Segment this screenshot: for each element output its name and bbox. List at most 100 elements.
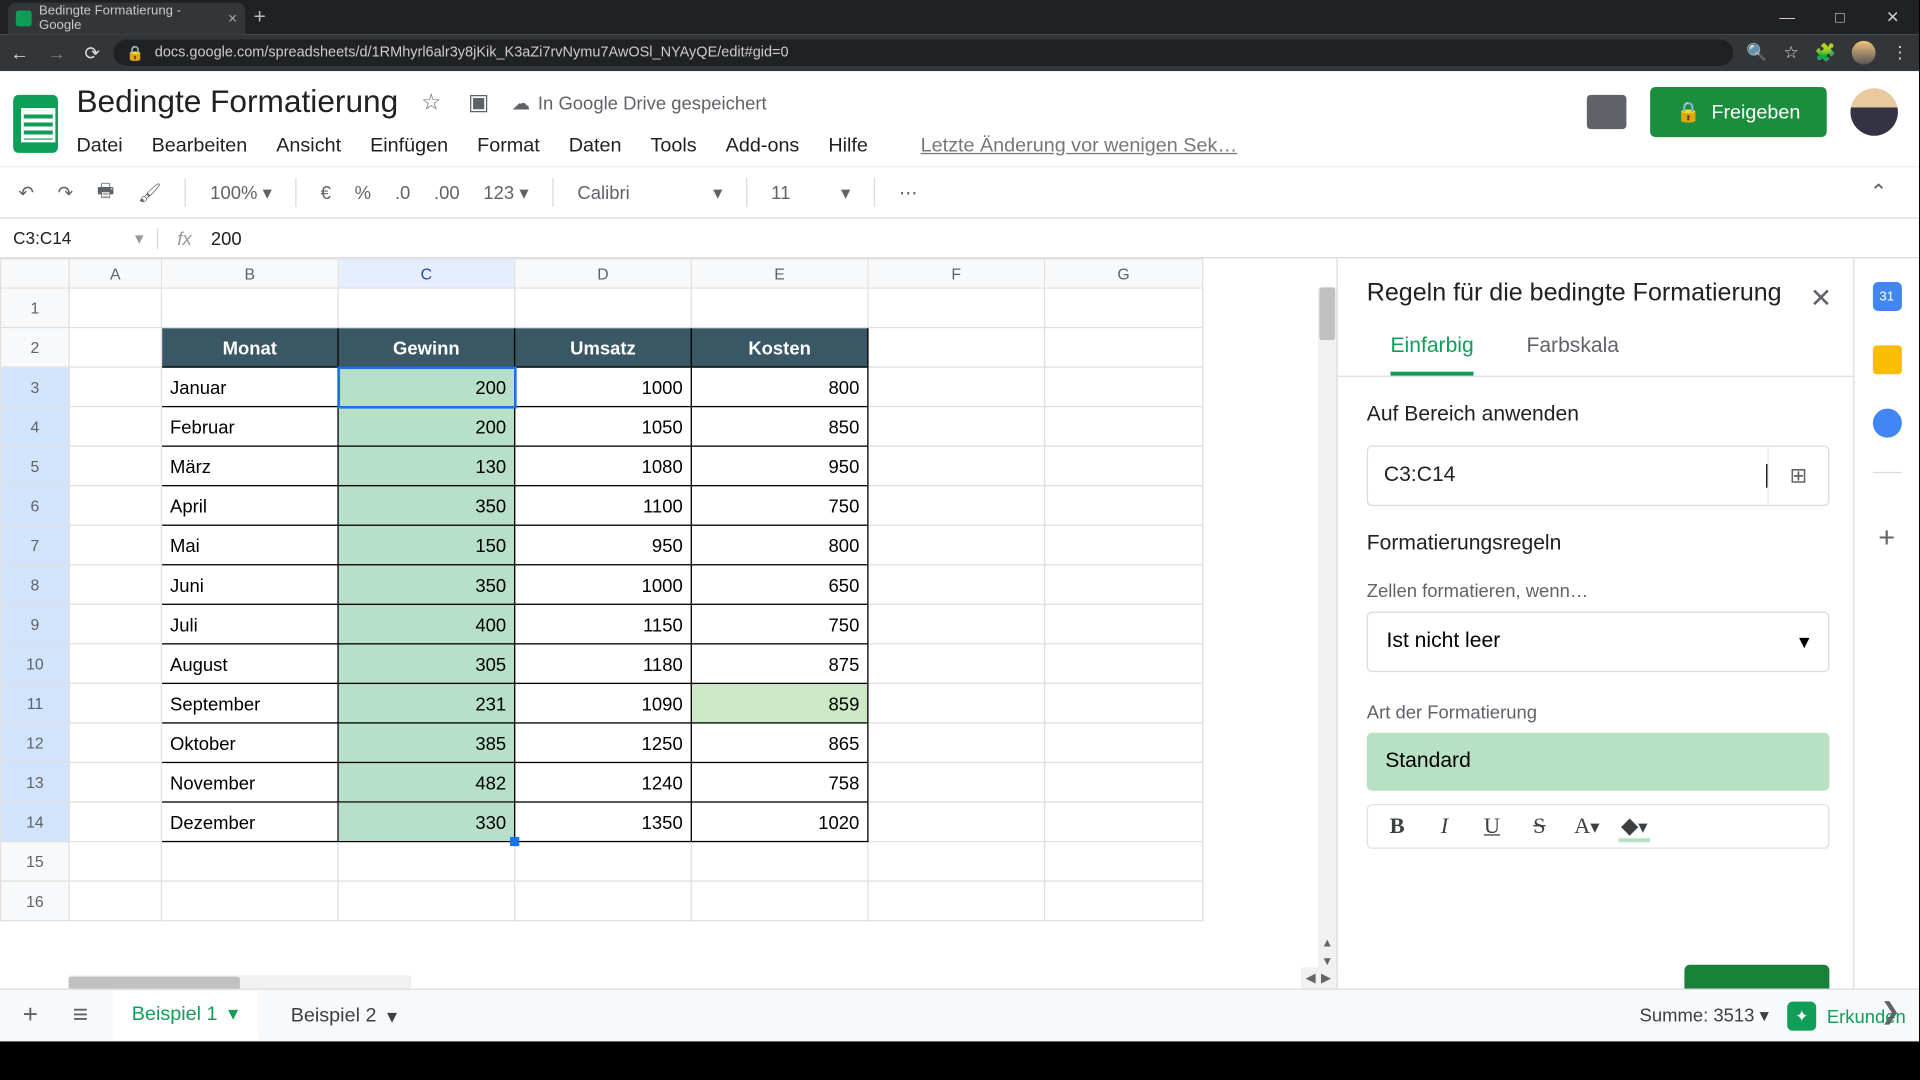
zoom-select[interactable]: 100%▾ (210, 181, 272, 203)
sheet-scroll-nav[interactable]: ◀▶ (1300, 967, 1336, 988)
redo-icon[interactable]: ↷ (58, 181, 73, 203)
table-header[interactable]: Kosten (691, 328, 868, 368)
table-cell[interactable]: April (161, 486, 338, 526)
menu-hilfe[interactable]: Hilfe (828, 134, 868, 156)
font-select[interactable]: Calibri▾ (577, 181, 722, 203)
row-header[interactable]: 1 (1, 288, 70, 328)
table-cell[interactable]: 1090 (515, 683, 692, 723)
browser-menu-icon[interactable]: ⋮ (1891, 42, 1908, 63)
table-cell[interactable]: 950 (515, 525, 692, 565)
move-icon[interactable]: ▣ (464, 88, 493, 117)
comments-icon[interactable] (1587, 95, 1627, 129)
table-cell[interactable]: 1240 (515, 762, 692, 802)
table-header[interactable]: Monat (161, 328, 338, 368)
row-header[interactable]: 12 (1, 723, 70, 763)
row-header[interactable]: 2 (1, 328, 70, 368)
table-cell[interactable]: 800 (691, 525, 868, 565)
table-cell[interactable]: September (161, 683, 338, 723)
table-cell[interactable]: 950 (691, 446, 868, 486)
table-cell[interactable]: 1150 (515, 604, 692, 644)
row-header[interactable]: 7 (1, 525, 70, 565)
row-header[interactable]: 4 (1, 407, 70, 447)
menu-bearbeiten[interactable]: Bearbeiten (152, 134, 248, 156)
strike-button[interactable]: S (1524, 813, 1556, 839)
table-cell[interactable]: Dezember (161, 802, 338, 842)
url-field[interactable]: 🔒 docs.google.com/spreadsheets/d/1RMhyrl… (113, 40, 1733, 66)
name-box[interactable]: C3:C14▾ (0, 227, 158, 248)
tasks-icon[interactable] (1872, 409, 1901, 438)
paint-format-icon[interactable]: 🖌 (138, 181, 161, 203)
tab-close-icon[interactable]: × (228, 9, 237, 27)
calendar-icon[interactable] (1872, 282, 1901, 311)
col-header[interactable]: D (515, 259, 692, 288)
row-header[interactable]: 15 (1, 842, 70, 882)
table-cell[interactable]: 800 (691, 367, 868, 407)
show-side-panel-icon[interactable]: ❯ (1881, 998, 1901, 1026)
table-cell[interactable]: 1050 (515, 407, 692, 447)
row-header[interactable]: 11 (1, 683, 70, 723)
table-cell[interactable]: 482 (338, 762, 515, 802)
browser-tab[interactable]: Bedingte Formatierung - Google × (8, 3, 245, 35)
menu-einfuegen[interactable]: Einfügen (370, 134, 448, 156)
range-input[interactable] (1368, 463, 1761, 487)
print-icon[interactable]: 🖶 (97, 177, 114, 209)
spreadsheet-grid[interactable]: A B C D E F G 1 2 Monat Gewinn Umsatz Ko… (0, 258, 1336, 991)
table-cell[interactable]: 865 (691, 723, 868, 763)
share-button[interactable]: 🔒 Freigeben (1650, 87, 1827, 137)
decrease-decimal-button[interactable]: .0 (395, 182, 410, 203)
all-sheets-icon[interactable]: ≡ (63, 998, 97, 1032)
forward-icon[interactable]: → (47, 42, 65, 64)
table-cell[interactable]: 200 (338, 407, 515, 447)
table-cell[interactable]: Oktober (161, 723, 338, 763)
row-header[interactable]: 14 (1, 802, 70, 842)
menu-addons[interactable]: Add-ons (726, 134, 800, 156)
menu-format[interactable]: Format (477, 134, 540, 156)
select-range-icon[interactable]: ⊞ (1767, 445, 1828, 506)
col-header[interactable]: A (69, 259, 161, 288)
profile-avatar-icon[interactable] (1852, 41, 1876, 65)
table-cell[interactable]: 650 (691, 565, 868, 605)
table-cell[interactable]: Juni (161, 565, 338, 605)
table-cell[interactable]: 1080 (515, 446, 692, 486)
menu-tools[interactable]: Tools (651, 134, 697, 156)
table-cell[interactable]: 200 (338, 367, 515, 407)
table-cell[interactable]: 130 (338, 446, 515, 486)
table-cell[interactable]: Mai (161, 525, 338, 565)
reload-icon[interactable]: ⟳ (84, 42, 99, 64)
col-header[interactable]: E (691, 259, 868, 288)
col-header[interactable]: B (161, 259, 338, 288)
row-header[interactable]: 8 (1, 565, 70, 605)
col-header[interactable]: G (1045, 259, 1203, 288)
chevron-down-icon[interactable]: ▾ (387, 1004, 397, 1028)
table-cell[interactable]: 350 (338, 565, 515, 605)
chevron-down-icon[interactable]: ▾ (228, 1002, 238, 1026)
star-icon[interactable]: ☆ (417, 88, 446, 117)
table-header[interactable]: Gewinn (338, 328, 515, 368)
row-header[interactable]: 16 (1, 881, 70, 921)
tab-color-scale[interactable]: Farbskala (1526, 334, 1619, 375)
table-cell[interactable]: Juli (161, 604, 338, 644)
last-edit-link[interactable]: Letzte Änderung vor wenigen Sek… (921, 134, 1238, 156)
table-cell[interactable]: 875 (691, 644, 868, 684)
table-cell[interactable]: 305 (338, 644, 515, 684)
table-cell[interactable]: 1020 (691, 802, 868, 842)
selection-summary[interactable]: Summe: 3513 ▾ (1640, 1004, 1769, 1026)
table-header[interactable]: Umsatz (515, 328, 692, 368)
style-preview[interactable]: Standard (1367, 732, 1830, 790)
table-cell[interactable]: 750 (691, 486, 868, 526)
table-cell[interactable]: 1250 (515, 723, 692, 763)
table-cell[interactable]: August (161, 644, 338, 684)
row-header[interactable]: 9 (1, 604, 70, 644)
italic-button[interactable]: I (1429, 813, 1461, 839)
table-cell[interactable]: Februar (161, 407, 338, 447)
done-button[interactable] (1684, 965, 1829, 989)
select-all-corner[interactable] (1, 259, 70, 288)
table-cell[interactable]: 850 (691, 407, 868, 447)
new-tab-button[interactable]: + (245, 3, 274, 35)
table-cell[interactable]: Januar (161, 367, 338, 407)
text-color-button[interactable]: A▾ (1571, 813, 1603, 839)
table-cell[interactable]: 750 (691, 604, 868, 644)
row-header[interactable]: 13 (1, 762, 70, 802)
add-sheet-button[interactable]: + (13, 998, 47, 1032)
collapse-toolbar-icon[interactable]: ⌃ (1870, 179, 1888, 205)
